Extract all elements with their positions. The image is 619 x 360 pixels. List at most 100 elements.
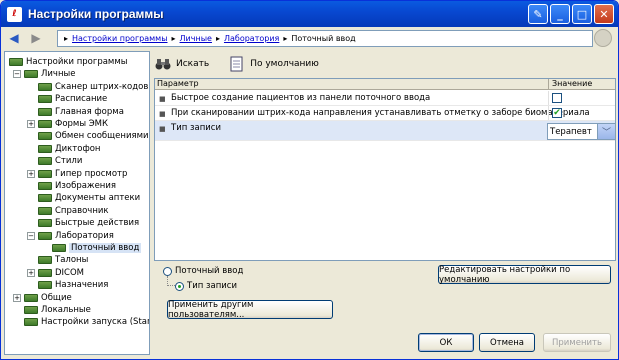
radio-flow-input[interactable]: Поточный ввод	[163, 266, 243, 276]
search-button[interactable]: Искать	[155, 56, 209, 72]
maximize-button[interactable]: □	[572, 4, 592, 24]
tree-item[interactable]: Настройки программы	[9, 56, 127, 68]
window-title: Настройки программы	[28, 7, 164, 21]
folder-icon	[38, 157, 52, 166]
settings-tree: Настройки программы − Личные Сканер штрих-к…	[4, 51, 150, 355]
chevron-down-icon[interactable]: ﹀	[597, 124, 615, 139]
radio-circle	[163, 266, 172, 276]
row-label: Тип записи	[171, 123, 221, 133]
tree-item[interactable]: + Формы ЭМК	[27, 118, 108, 130]
column-header-value: Значение	[548, 79, 615, 90]
breadcrumb-arrow-icon: ▸	[283, 34, 288, 43]
tree-item-label: Настройки программы	[26, 57, 128, 67]
folder-icon	[38, 256, 52, 265]
tree-item-label: Сканер штрих-кодов	[55, 81, 149, 92]
expand-icon[interactable]: +	[27, 120, 35, 128]
tools-icon[interactable]: ✎	[528, 4, 548, 24]
tree-item[interactable]: Талоны	[27, 254, 88, 266]
close-button[interactable]: ✕	[594, 4, 614, 24]
collapse-icon[interactable]: −	[13, 70, 21, 79]
tree-item[interactable]: Стили	[27, 155, 82, 167]
tree-item[interactable]: + DICOM	[27, 267, 84, 279]
folder-icon	[9, 58, 23, 66]
tree-item-label: Формы ЭМК	[55, 119, 109, 129]
back-arrow-icon[interactable]: ◀	[5, 30, 23, 46]
tree-item-label: Локальные	[41, 305, 91, 315]
apply-button[interactable]: Применить	[543, 333, 611, 352]
expand-icon[interactable]: +	[13, 293, 21, 302]
tree-item-label: Общие	[41, 292, 72, 303]
tree-item-label: Гипер просмотр	[55, 168, 128, 179]
breadcrumb-arrow-icon: ▸	[64, 34, 69, 43]
tree-item[interactable]: Обмен сообщениями	[27, 130, 149, 142]
tree-item-label: Поточный ввод	[69, 243, 142, 253]
row-label: При сканировании штрих-кода направления …	[171, 108, 590, 118]
row-checkbox[interactable]: ✔	[552, 108, 562, 118]
refresh-icon[interactable]	[594, 29, 612, 47]
tree-item[interactable]: Быстрые действия	[27, 217, 139, 229]
folder-icon	[24, 70, 38, 79]
tree-item-label: Лаборатория	[55, 230, 114, 241]
expand-icon[interactable]: +	[27, 169, 35, 178]
tree-connector	[167, 276, 175, 286]
settings-grid: Параметр Значение ■ Быстрое создание пац…	[154, 78, 616, 261]
folder-icon	[52, 244, 66, 252]
edit-defaults-button[interactable]: Редактировать настройки по умолчанию	[438, 265, 611, 285]
folder-icon	[38, 194, 52, 203]
app-icon: ℓ	[7, 6, 22, 22]
folder-icon	[38, 169, 52, 178]
ok-button[interactable]: ОК	[418, 333, 474, 352]
row-bullet-icon: ■	[159, 95, 166, 103]
row-bullet-icon: ■	[159, 125, 166, 133]
tree-item[interactable]: Диктофон	[27, 143, 100, 155]
tree-item[interactable]: Расписание	[27, 93, 107, 105]
collapse-icon[interactable]: −	[27, 231, 35, 240]
breadcrumb-personal[interactable]: Личные	[180, 34, 212, 43]
radio-label: Поточный ввод	[175, 266, 244, 276]
folder-icon	[38, 231, 52, 240]
row-label: Быстрое создание пациентов из панели пот…	[171, 93, 431, 103]
row-checkbox[interactable]	[552, 93, 562, 103]
grid-row[interactable]: ■ При сканировании штрих-кода направлени…	[155, 106, 615, 121]
minimize-button[interactable]: _	[550, 4, 570, 24]
expand-icon[interactable]: +	[27, 268, 35, 277]
tree-item-label: Быстрые действия	[55, 218, 140, 229]
breadcrumb-settings[interactable]: Настройки программы	[72, 34, 168, 43]
tree-item[interactable]: Поточный ввод	[41, 242, 142, 254]
tree-item-label: Настройки запуска (StartUp)	[41, 317, 149, 328]
record-type-select[interactable]: Терапевт ﹀	[547, 123, 616, 140]
binoculars-icon	[155, 56, 171, 72]
grid-header: Параметр Значение	[155, 79, 615, 90]
apply-to-others-button[interactable]: Применить другим пользователям...	[167, 300, 333, 320]
grid-row-selected[interactable]: ■ Тип записи Терапевт ﹀	[155, 121, 616, 141]
grid-row[interactable]: ■ Быстрое создание пациентов из панели п…	[155, 91, 615, 106]
folder-icon	[24, 318, 38, 327]
tree-item[interactable]: − Личные	[13, 68, 75, 80]
tree-item[interactable]: − Лаборатория	[27, 230, 114, 242]
forward-arrow-icon[interactable]: ▶	[27, 30, 45, 46]
tree-item[interactable]: Настройки запуска (StartUp)	[13, 316, 149, 328]
radio-record-type[interactable]: Тип записи	[175, 281, 237, 291]
tree-item[interactable]: Справочник	[27, 205, 109, 217]
tree-item[interactable]: Изображения	[27, 180, 116, 192]
search-label: Искать	[176, 59, 210, 69]
radio-circle	[175, 281, 184, 291]
tree-item[interactable]: + Общие	[13, 292, 72, 304]
cancel-button[interactable]: Отмена	[479, 333, 535, 352]
tree-item[interactable]: Сканер штрих-кодов	[27, 81, 148, 93]
tree-item-label: Расписание	[55, 94, 108, 105]
tree-item-label: Личные	[41, 69, 76, 80]
tree-item[interactable]: Главная форма	[27, 106, 124, 118]
document-icon	[229, 56, 245, 72]
folder-icon	[38, 281, 52, 290]
breadcrumb-laboratory[interactable]: Лаборатория	[224, 34, 279, 43]
folder-icon	[38, 144, 52, 153]
tree-item[interactable]: Документы аптеки	[27, 192, 140, 204]
settings-window: ℓ Настройки программы ✎ _ □ ✕ ◀ ▶ ▸ Наст…	[0, 0, 619, 360]
tree-item[interactable]: Назначения	[27, 279, 108, 291]
tree-item[interactable]: + Гипер просмотр	[27, 168, 127, 180]
select-value: Терапевт	[550, 127, 592, 137]
default-button[interactable]: По умолчанию	[229, 56, 319, 72]
tree-item[interactable]: Локальные	[13, 304, 91, 316]
tree-item-label: Справочник	[55, 205, 109, 216]
